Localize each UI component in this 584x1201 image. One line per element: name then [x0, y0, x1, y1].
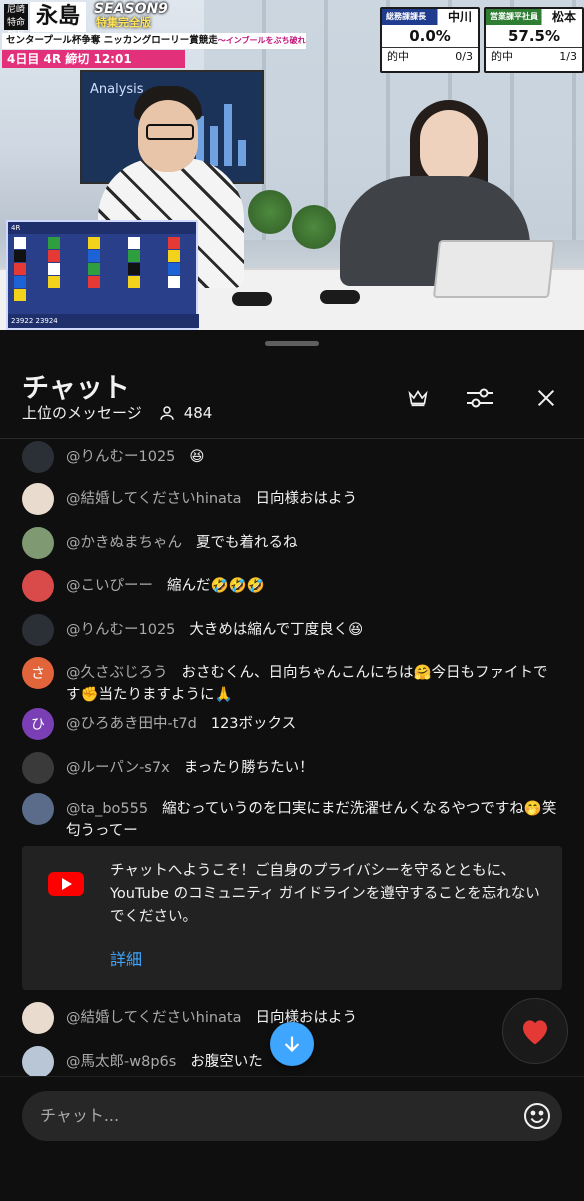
chat-message[interactable]: @かきぬまちゃん 夏でも着れるね — [22, 527, 562, 559]
chat-message[interactable]: @ta_bo555 縮むっていうのを口実にまだ洗濯せんくなるやつですね🤭笑 匂うっ… — [22, 793, 571, 842]
score-header: 総務課課長 中川 — [382, 9, 478, 25]
message-text: 日向様おはよう — [255, 1010, 358, 1026]
close-chat-button[interactable] — [528, 380, 564, 416]
chat-message[interactable]: @こいぴーー 縮んだ🤣🤣🤣 — [22, 570, 562, 602]
reaction-button[interactable] — [502, 998, 568, 1064]
race-subtitle: センタープール杯争奪 ニッカングローリー賞競走〜インブールをぶち破れ!まくってち… — [2, 33, 306, 49]
message-text: 縮んだ🤣🤣🤣 — [167, 578, 265, 594]
message-text: 123ボックス — [210, 716, 297, 732]
chat-message[interactable]: @結婚してくださいhinata 日向様おはよう — [22, 483, 562, 515]
host-female-head — [420, 110, 478, 184]
microphone — [320, 290, 360, 304]
glasses — [146, 124, 194, 140]
scroll-to-bottom-button[interactable] — [270, 1022, 314, 1066]
avatar — [22, 614, 54, 646]
chat-message[interactable]: @りんむー1025 😆 — [22, 441, 562, 473]
avatar — [22, 441, 54, 473]
emoji-icon[interactable] — [522, 1101, 552, 1131]
message-author: @りんむー1025 — [66, 449, 176, 465]
show-brand: 尼崎特命部長 — [4, 4, 28, 41]
heart-icon — [523, 1020, 547, 1045]
message-text: お腹空いた — [190, 1054, 263, 1070]
hit-rate: 0.0% — [409, 27, 451, 45]
message-author: @ta_bo555 — [66, 801, 149, 817]
message-author: @久さぶじろう — [66, 665, 168, 681]
chat-message[interactable]: ひ @ひろあき田中-t7d 123ボックス — [22, 708, 562, 740]
viewer-count: 484 — [158, 404, 212, 422]
message-text: まったり勝ちたい！ — [183, 760, 314, 776]
notice-text: チャットへようこそ！ご自身のプライバシーを守るとともに、YouTube のコミュ… — [110, 863, 540, 925]
tablet — [432, 240, 556, 298]
crown-button[interactable] — [400, 380, 436, 416]
close-icon — [537, 389, 555, 407]
chat-settings-button[interactable] — [462, 380, 498, 416]
chat-mode-label: 上位のメッセージ — [22, 404, 142, 422]
message-text: 大きめは縮んで丁度良く😆 — [189, 622, 364, 638]
score-card: 総務課課長 中川 0.0% 的中 0/3 — [380, 7, 480, 73]
avatar — [22, 1002, 54, 1034]
chat-title: チャット — [22, 373, 130, 404]
avatar — [22, 570, 54, 602]
sliders-icon — [467, 388, 493, 408]
message-text: 😆 — [189, 449, 205, 465]
message-author: @こいぴーー — [66, 578, 153, 594]
avatar — [22, 1046, 54, 1078]
chat-message[interactable]: @りんむー1025 大きめは縮んで丁度良く😆 — [22, 614, 562, 646]
notice-more-link[interactable]: 詳細 — [110, 946, 142, 970]
message-author: @結婚してくださいhinata — [66, 1010, 242, 1026]
plant — [248, 190, 292, 234]
message-author: @ひろあき田中-t7d — [66, 716, 197, 732]
message-text: 夏でも着れるね — [196, 535, 298, 551]
person-icon — [159, 405, 174, 420]
chat-input[interactable]: チャット... — [22, 1091, 562, 1141]
drag-handle[interactable] — [265, 341, 319, 346]
plant — [292, 205, 336, 249]
race-board: 4R 23922 23924 — [6, 220, 199, 330]
hit-count: 的中 0/3 — [382, 47, 478, 66]
avatar: ひ — [22, 708, 54, 740]
avatar — [22, 752, 54, 784]
header-divider — [0, 438, 584, 439]
show-title: 永島 — [30, 2, 87, 32]
season-label: SEASON9 — [94, 1, 168, 17]
welcome-notice: チャットへようこそ！ご自身のプライバシーを守るとともに、YouTube のコミュ… — [22, 846, 562, 990]
avatar: さ — [22, 657, 54, 689]
avatar — [22, 793, 54, 825]
avatar — [22, 483, 54, 515]
avatar — [22, 527, 54, 559]
score-header: 営業課平社員 松本 — [486, 9, 582, 25]
season-sub: 特集完全版 — [96, 16, 151, 29]
chat-message[interactable]: @ルーパン-s7x まったり勝ちたい！ — [22, 752, 562, 784]
chat-message[interactable]: さ @久さぶじろう おさむくん、日向ちゃんこんにちは🤗今日もファイトです✊当たりま… — [22, 657, 562, 706]
message-author: @馬太郎-w8p6s — [66, 1054, 177, 1070]
score-card: 営業課平社員 松本 57.5% 的中 1/3 — [484, 7, 584, 73]
hit-count: 的中 1/3 — [486, 47, 582, 66]
live-chat-panel: チャット 上位のメッセージ 484 @りんむー1025 😆 @結婚してくださいhi… — [0, 330, 584, 1201]
chat-input-bar: チャット... — [0, 1076, 584, 1201]
video-player[interactable]: Analysis 尼崎特命部長 永島 SEASON9 特集完全版 センタープール… — [0, 0, 584, 330]
crown-icon — [408, 390, 428, 407]
message-author: @かきぬまちゃん — [66, 535, 182, 551]
arrow-down-icon — [284, 1036, 300, 1052]
message-author: @結婚してくださいhinata — [66, 491, 242, 507]
race-time: 4日目 4R 締切 12:01 — [2, 50, 185, 68]
chat-mode-selector[interactable]: 上位のメッセージ 484 — [22, 402, 212, 423]
youtube-icon — [48, 872, 84, 896]
hit-rate: 57.5% — [507, 27, 561, 45]
message-author: @ルーパン-s7x — [66, 760, 170, 776]
chat-input-placeholder: チャット... — [40, 1106, 120, 1125]
message-author: @りんむー1025 — [66, 622, 176, 638]
microphone — [232, 292, 272, 306]
message-text: 日向様おはよう — [255, 491, 358, 507]
